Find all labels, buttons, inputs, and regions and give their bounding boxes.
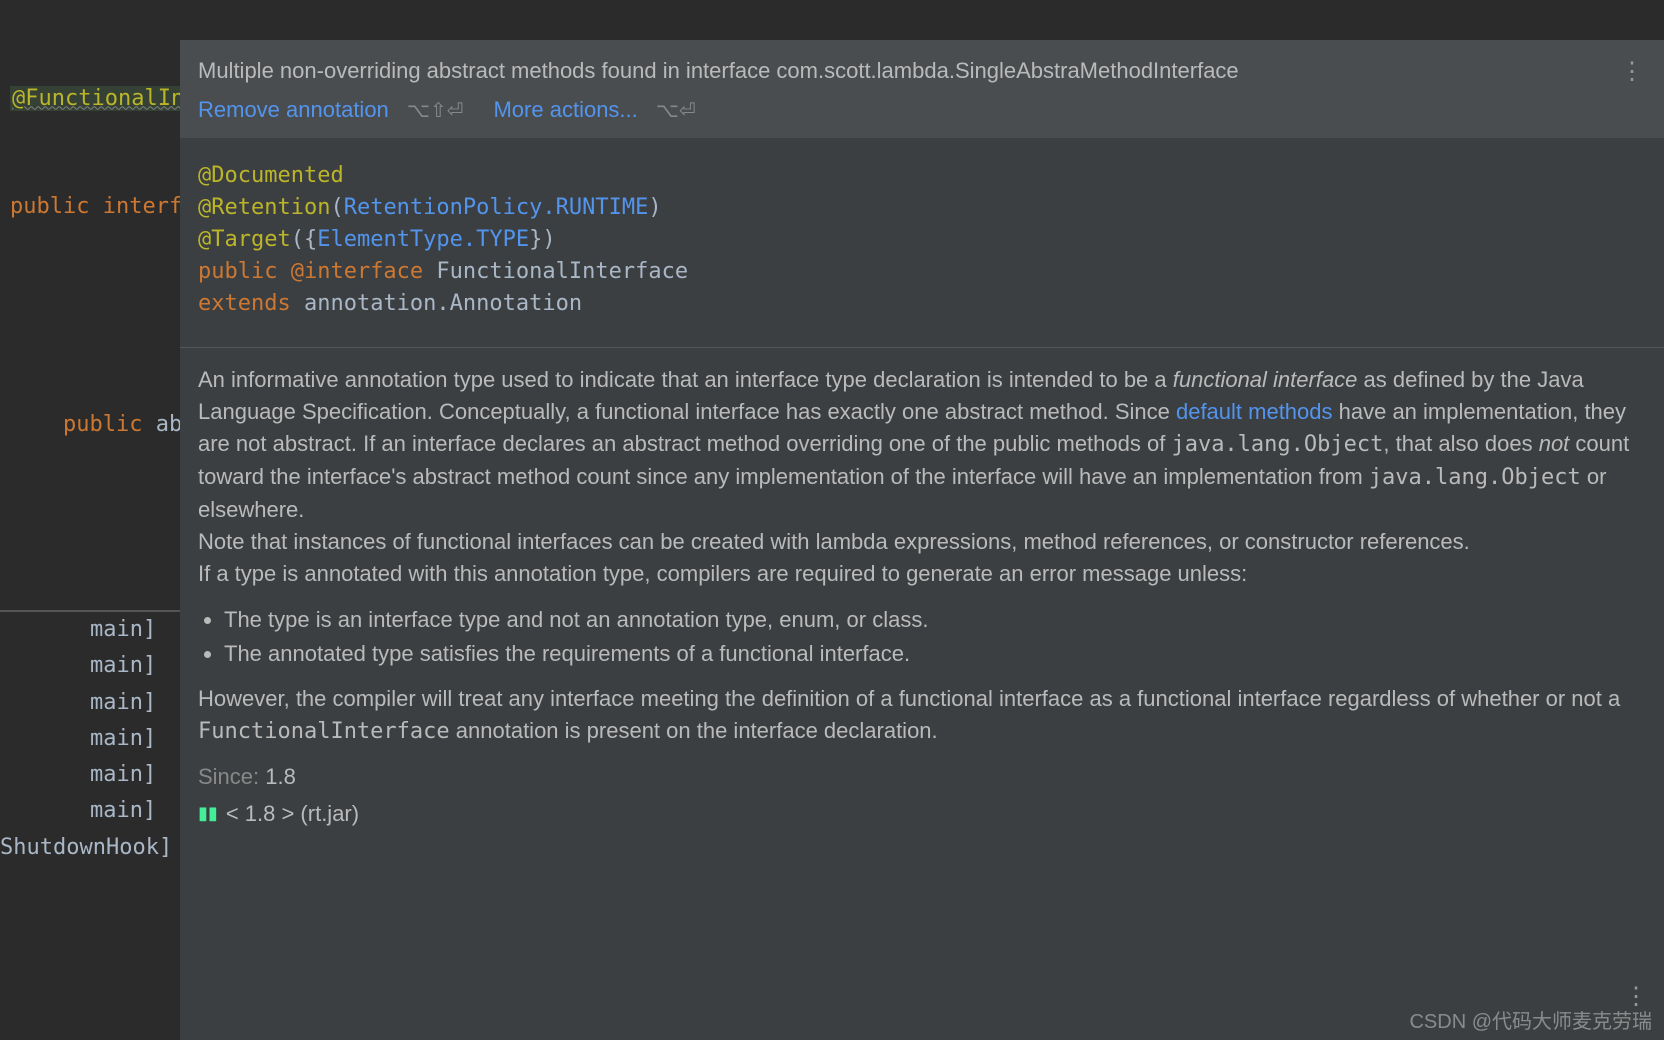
- inspection-message: Multiple non-overriding abstract methods…: [198, 54, 1646, 87]
- sig-punct: }): [529, 227, 556, 252]
- quickfix-actions: Remove annotation ⌥⇧⏎ More actions... ⌥⏎: [198, 93, 1646, 126]
- library-icon: ▮▮: [198, 800, 218, 827]
- watermark: CSDN @代码大师麦克劳瑞: [1409, 1005, 1652, 1034]
- keyword: interf: [103, 194, 182, 219]
- more-options-icon[interactable]: ⋮: [1620, 54, 1646, 90]
- sig-punct: ({: [291, 227, 318, 252]
- sig-keyword: extends: [198, 291, 304, 316]
- sig-keyword: public: [198, 259, 291, 284]
- javadoc-body: An informative annotation type used to i…: [180, 348, 1664, 756]
- sig-annotation: @Documented: [198, 163, 344, 188]
- doc-code: java.lang.Object: [1369, 465, 1581, 490]
- shortcut-hint: ⌥⇧⏎: [407, 100, 464, 122]
- popup-signature: @Documented @Retention(RetentionPolicy.R…: [180, 138, 1664, 329]
- sig-name: FunctionalInterface: [436, 259, 688, 284]
- sig-punct: ): [648, 195, 661, 220]
- doc-list-item: The type is an interface type and not an…: [224, 604, 1644, 636]
- sig-punct: (: [330, 195, 343, 220]
- console-line: main]: [90, 690, 169, 715]
- sig-type: ElementType.TYPE: [317, 227, 529, 252]
- doc-em: not: [1539, 431, 1570, 456]
- more-actions-link[interactable]: More actions...: [493, 97, 637, 122]
- since-label: Since:: [198, 764, 259, 789]
- default-methods-link[interactable]: default methods: [1176, 399, 1333, 424]
- source-jar: < 1.8 > (rt.jar): [226, 797, 359, 830]
- console-line: main]: [90, 798, 169, 823]
- since-value: 1.8: [265, 764, 296, 789]
- doc-em: functional interface: [1173, 367, 1358, 392]
- sig-annotation: @Retention: [198, 195, 330, 220]
- doc-footer: Since: 1.8 ▮▮ < 1.8 > (rt.jar): [180, 756, 1664, 846]
- doc-paragraph: Note that instances of functional interf…: [198, 526, 1644, 558]
- console-line: main]: [90, 726, 169, 751]
- sig-annotation: @Target: [198, 227, 291, 252]
- doc-text: An informative annotation type used to i…: [198, 367, 1173, 392]
- doc-text: , that also does: [1383, 431, 1538, 456]
- sig-keyword: @interface: [291, 259, 437, 284]
- doc-code: java.lang.Object: [1171, 432, 1383, 457]
- documentation-popup: Multiple non-overriding abstract methods…: [180, 40, 1664, 1040]
- shortcut-hint: ⌥⏎: [656, 100, 696, 122]
- doc-text: annotation is present on the interface d…: [450, 718, 938, 743]
- doc-list-item: The annotated type satisfies the require…: [224, 638, 1644, 670]
- console-line: main]: [90, 762, 169, 787]
- doc-text: However, the compiler will treat any int…: [198, 686, 1620, 711]
- console-line: main]: [90, 653, 169, 678]
- sig-super: annotation.Annotation: [304, 291, 582, 316]
- doc-list: The type is an interface type and not an…: [198, 604, 1644, 670]
- remove-annotation-link[interactable]: Remove annotation: [198, 97, 389, 122]
- popup-header: Multiple non-overriding abstract methods…: [180, 40, 1664, 138]
- doc-code: FunctionalInterface: [198, 719, 450, 744]
- console-line: main]: [90, 617, 169, 642]
- doc-paragraph: If a type is annotated with this annotat…: [198, 558, 1644, 590]
- keyword: public: [10, 194, 103, 219]
- keyword: public: [63, 412, 156, 437]
- sig-type: RetentionPolicy.RUNTIME: [344, 195, 649, 220]
- code-text: ab: [156, 412, 183, 437]
